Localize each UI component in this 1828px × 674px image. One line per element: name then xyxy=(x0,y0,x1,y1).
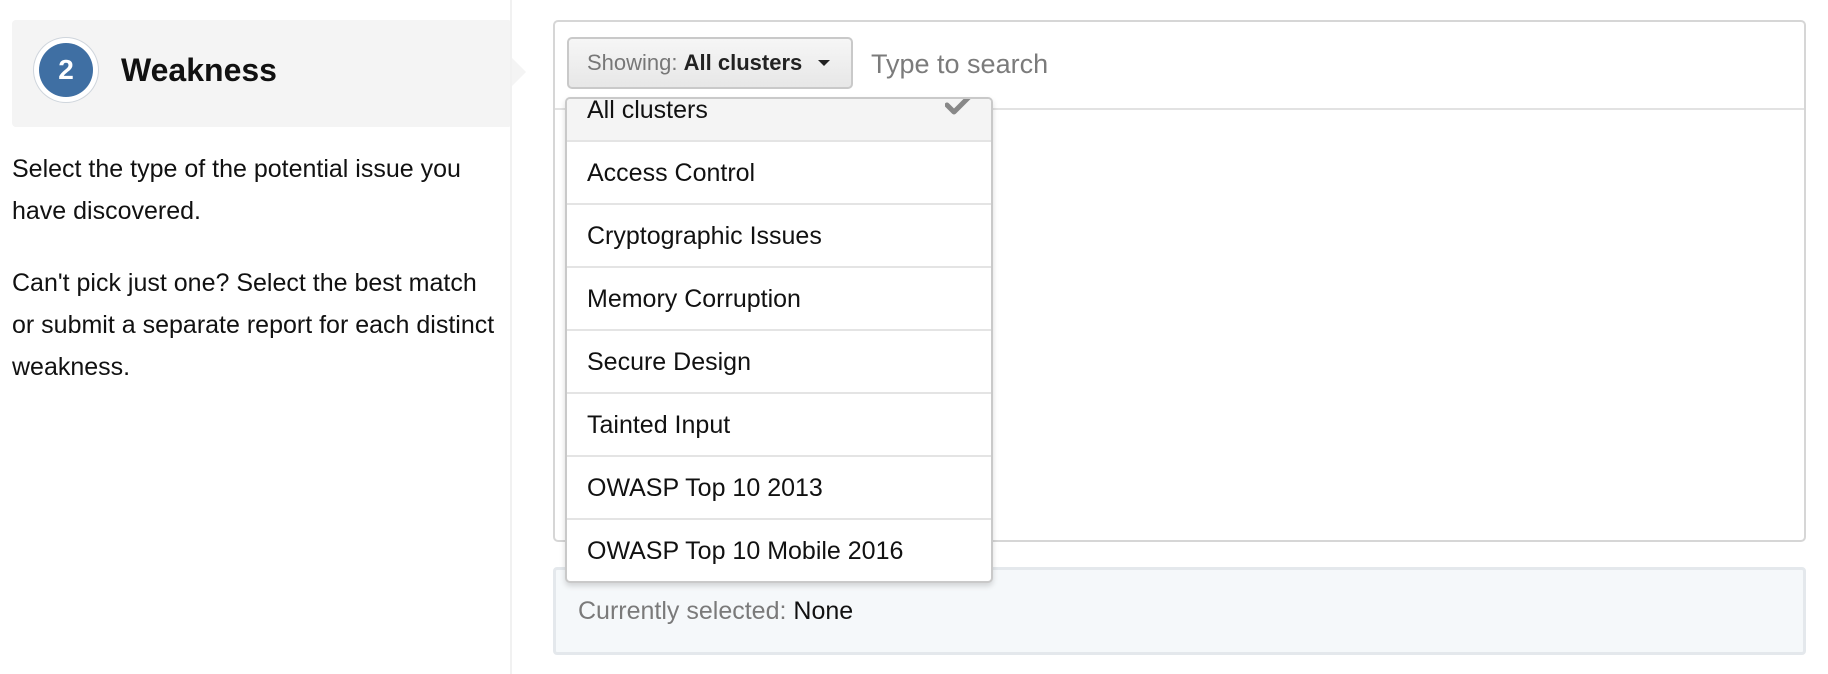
dropdown-item-label: OWASP Top 10 2013 xyxy=(587,474,823,502)
step-number: 2 xyxy=(39,43,93,97)
step-help-note: Can't pick just one? Select the best mat… xyxy=(12,269,495,381)
dropdown-item-owasp-top-10-mobile-2016[interactable]: OWASP Top 10 Mobile 2016 xyxy=(567,520,991,581)
selected-value: None xyxy=(793,597,854,625)
step-number-badge: 2 xyxy=(34,38,98,102)
dropdown-item-cryptographic-issues[interactable]: Cryptographic Issues xyxy=(567,205,991,268)
filter-prefix: Showing: xyxy=(587,50,678,75)
dropdown-item-all-clusters[interactable]: All clusters xyxy=(567,97,991,142)
dropdown-item-label: Access Control xyxy=(587,159,756,187)
selected-label: Currently selected: xyxy=(578,597,787,625)
dropdown-item-label: Memory Corruption xyxy=(587,285,801,313)
step-title: Weakness xyxy=(121,52,277,88)
dropdown-item-label: Tainted Input xyxy=(587,411,731,439)
dropdown-item-label: Cryptographic Issues xyxy=(587,222,822,250)
cluster-filter-button[interactable]: Showing: All clusters xyxy=(567,37,853,89)
dropdown-item-label: Secure Design xyxy=(587,348,751,376)
column-divider xyxy=(510,0,512,674)
dropdown-item-label: All clusters xyxy=(587,97,708,124)
filter-value: All clusters xyxy=(683,50,803,75)
checkmark-icon xyxy=(945,99,971,115)
dropdown-item-access-control[interactable]: Access Control xyxy=(567,142,991,205)
dropdown-item-owasp-top-10-2013[interactable]: OWASP Top 10 2013 xyxy=(567,457,991,520)
dropdown-item-label: OWASP Top 10 Mobile 2016 xyxy=(587,537,904,565)
dropdown-item-tainted-input[interactable]: Tainted Input xyxy=(567,394,991,457)
step-help-text: Select the type of the potential issue y… xyxy=(12,155,461,225)
dropdown-item-secure-design[interactable]: Secure Design xyxy=(567,331,991,394)
weakness-search-input[interactable] xyxy=(863,38,1779,90)
caret-down-icon xyxy=(818,60,831,66)
cluster-dropdown-menu: All clusters Access Control Cryptographi… xyxy=(565,97,993,583)
dropdown-item-memory-corruption[interactable]: Memory Corruption xyxy=(567,268,991,331)
step-header: 2 Weakness xyxy=(12,20,526,127)
